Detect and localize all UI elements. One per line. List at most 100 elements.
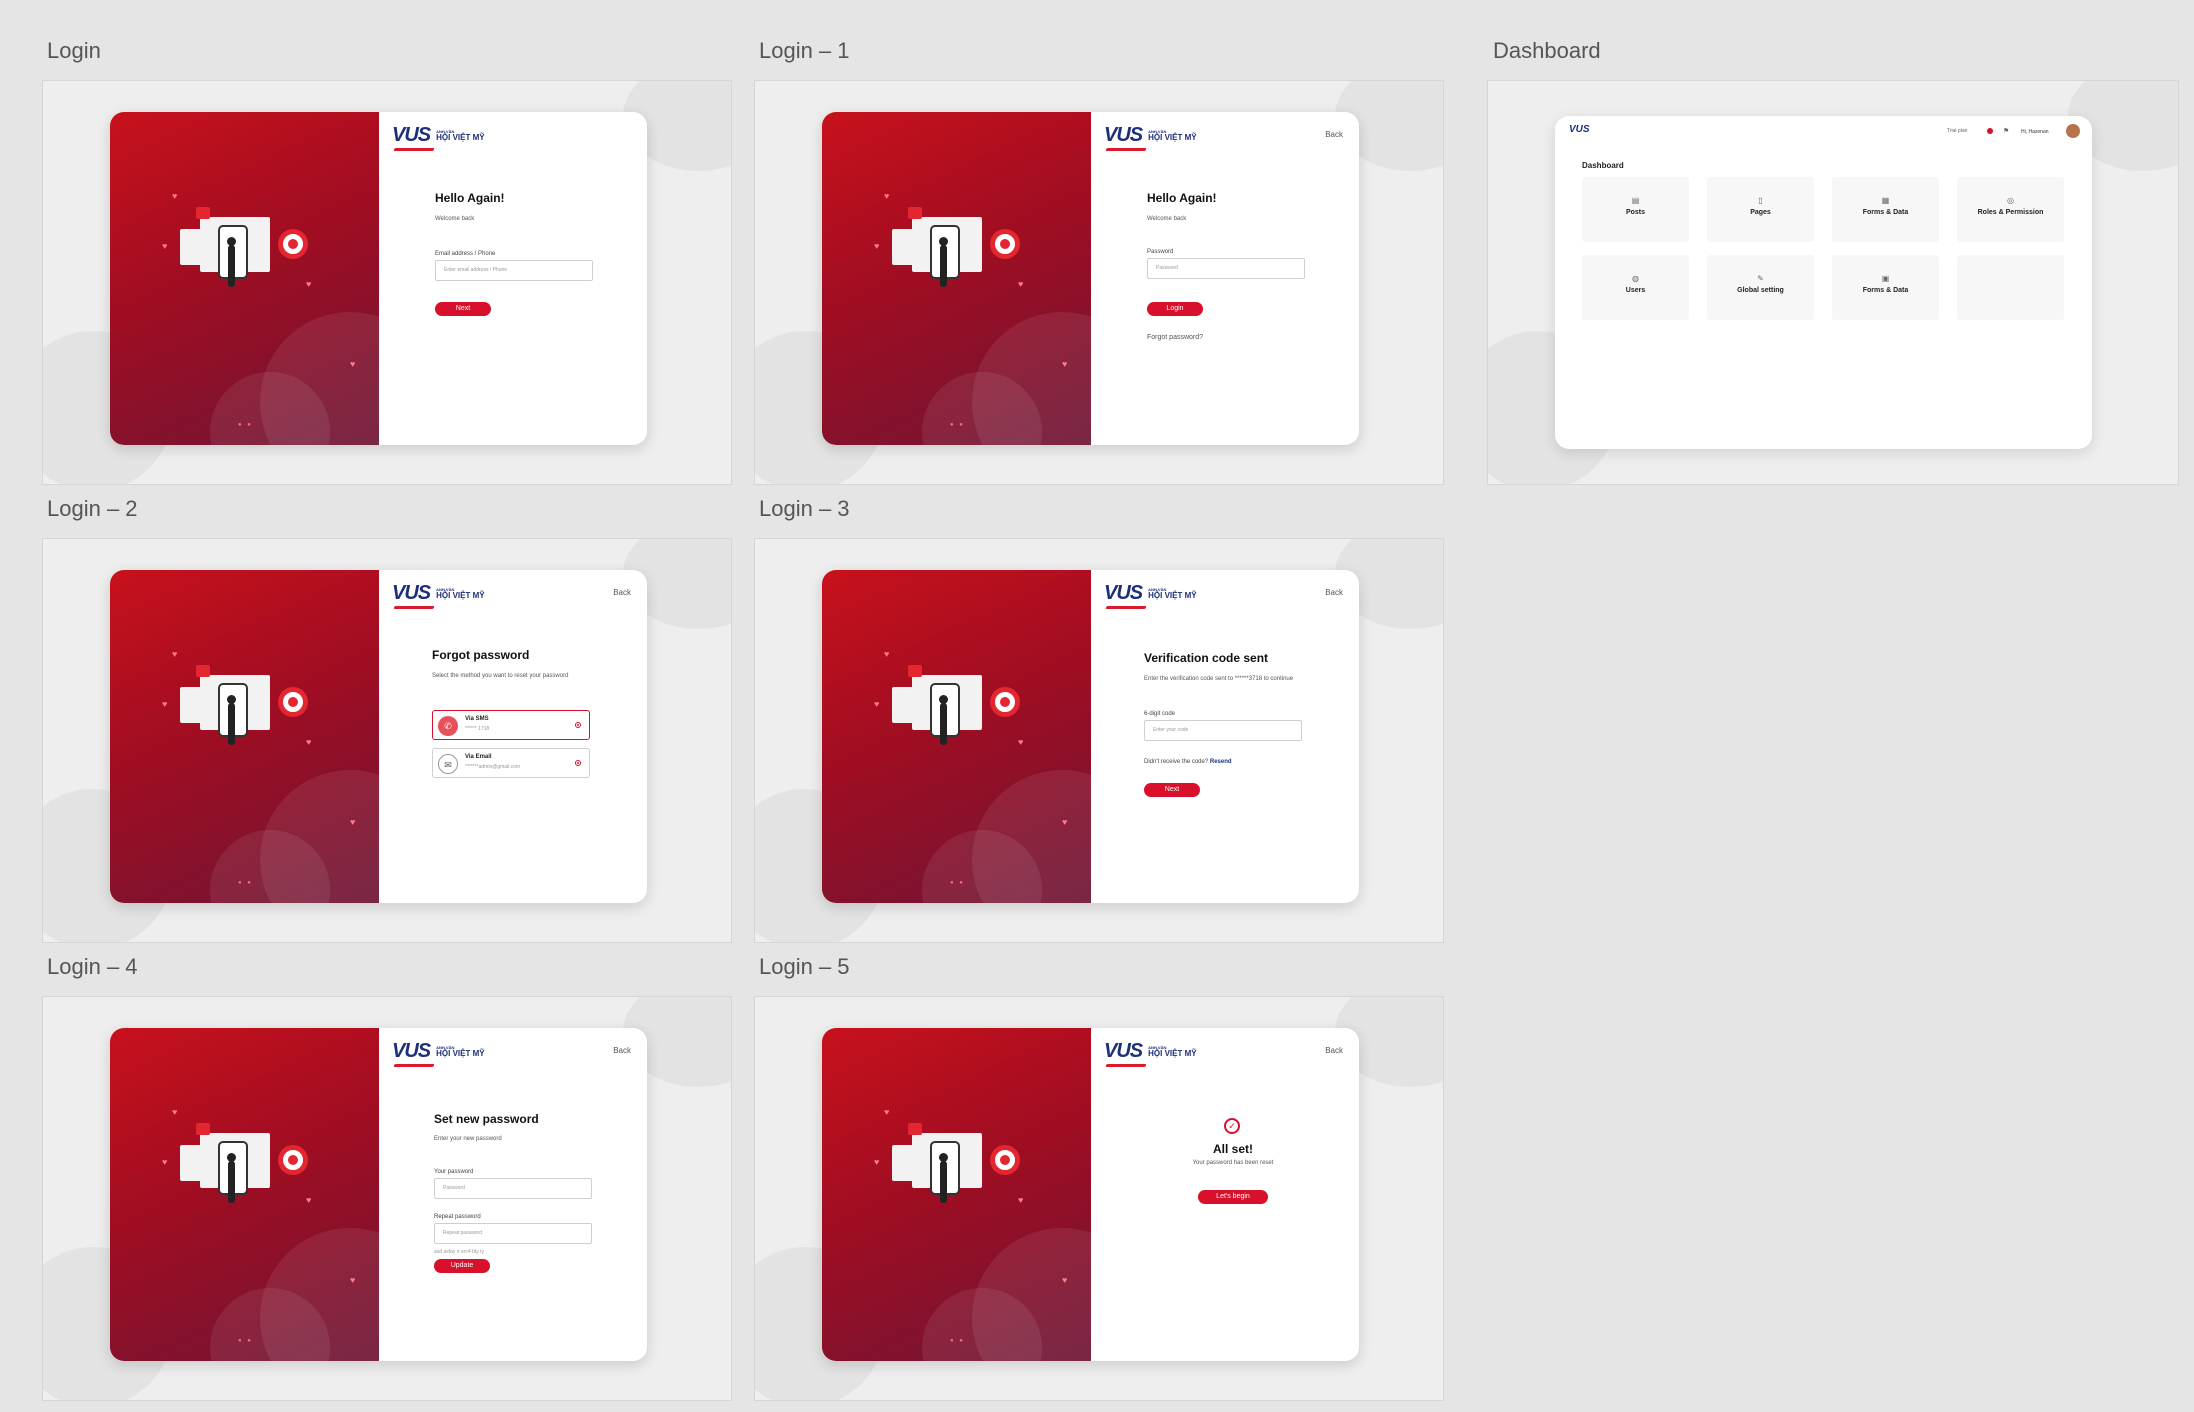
page-subtitle: Enter the verification code sent to ****… (1144, 676, 1294, 682)
carousel-dots[interactable]: ● ● (238, 422, 253, 428)
resend-prompt: Didn't receive the code? Resend (1144, 759, 1232, 765)
megaphone-icon (908, 665, 922, 677)
brand-logo: VUS ANH VĂN HỘI VIỆT MỸ (392, 124, 485, 146)
heart-icon: ♥ (1062, 817, 1068, 827)
back-link[interactable]: Back (613, 588, 631, 597)
tile-posts[interactable]: ▤ Posts (1582, 177, 1689, 242)
back-link[interactable]: Back (1325, 130, 1343, 139)
tile-forms-data-2[interactable]: ▣ Forms & Data (1832, 255, 1939, 320)
password-field[interactable]: Password (434, 1178, 592, 1199)
phone-icon: ✆ (438, 716, 458, 736)
pages-icon: ▯ (1758, 196, 1763, 205)
next-button[interactable]: Next (1144, 783, 1200, 797)
page-title: Hello Again! (435, 191, 505, 205)
tile-empty (1957, 255, 2064, 320)
login-card: ♥ ♥ ♥ ♥ ● ● VUS ANH VĂN HỘI VIỆT MỸ Back … (822, 1028, 1359, 1361)
back-link[interactable]: Back (1325, 588, 1343, 597)
hero-panel: ♥ ♥ ♥ ♥ ● ● (110, 1028, 379, 1361)
brand-logo: VUS ANH VĂN HỘI VIỆT MỸ (1104, 124, 1197, 146)
login-card: ♥ ♥ ♥ ♥ ● ● VUS ANH VĂN HỘI VIỆT MỸ Back … (822, 112, 1359, 445)
carousel-dots[interactable]: ● ● (238, 880, 253, 886)
artboard-dashboard: VUS Trial plan ⚑ Hi, Hazenan Dashboard ▤… (1487, 80, 2179, 485)
page-title: Hello Again! (1147, 191, 1217, 205)
marketing-illustration (160, 665, 310, 775)
artboard-label-login: Login (47, 38, 101, 63)
email-field[interactable]: Enter email address / Phone (435, 260, 593, 281)
radio-selected[interactable] (575, 722, 581, 728)
brand-logo: VUS ANH VĂN HỘI VIỆT MỸ (1104, 582, 1197, 604)
login-card: ♥ ♥ ♥ ♥ ● ● VUS ANH VĂN HỘI VIỆT MỸ Back … (110, 1028, 647, 1361)
page-subtitle: Select the method you want to reset your… (432, 673, 569, 679)
tile-roles-permission[interactable]: ◎ Roles & Permission (1957, 177, 2064, 242)
flag-icon[interactable]: ⚑ (2003, 127, 2009, 135)
dashboard-window: VUS Trial plan ⚑ Hi, Hazenan Dashboard ▤… (1555, 116, 2092, 449)
carousel-dots[interactable]: ● ● (950, 880, 965, 886)
calendar-icon: ▣ (1881, 274, 1890, 283)
artboard-login-2: ♥ ♥ ♥ ♥ ● ● VUS ANH VĂN HỘI VIỆT MỸ Back … (42, 538, 732, 943)
target-icon (278, 687, 308, 717)
artboard-login: ♥ ♥ ♥ ♥ ● ● VUS ANH VĂN HỘI VIỆT MỸ Hello… (42, 80, 732, 485)
method-email[interactable]: ✉ Via Email *******admin@gmail.com (432, 748, 590, 778)
update-button[interactable]: Update (434, 1259, 490, 1273)
carousel-dots[interactable]: ● ● (950, 422, 965, 428)
artboard-label-login-4: Login – 4 (47, 954, 138, 979)
method-sms[interactable]: ✆ Via SMS ****** 1718 (432, 710, 590, 740)
back-link[interactable]: Back (1325, 1046, 1343, 1055)
hero-panel: ♥ ♥ ♥ ♥ ● ● (822, 570, 1091, 903)
artboard-login-4: ♥ ♥ ♥ ♥ ● ● VUS ANH VĂN HỘI VIỆT MỸ Back … (42, 996, 732, 1401)
avatar[interactable] (2066, 124, 2080, 138)
repeat-password-field[interactable]: Repeat password (434, 1223, 592, 1244)
target-icon (278, 1145, 308, 1175)
password-label: Your password (434, 1169, 474, 1175)
target-icon (278, 229, 308, 259)
heart-icon: ♥ (884, 649, 890, 659)
notification-icon[interactable] (1987, 128, 1993, 134)
brand-logo: VUS ANH VĂN HỘI VIỆT MỸ (392, 1040, 485, 1062)
marketing-illustration (872, 1123, 1022, 1233)
wrench-icon: ✎ (1757, 274, 1764, 283)
login-card: ♥ ♥ ♥ ♥ ● ● VUS ANH VĂN HỘI VIỆT MỸ Hello… (110, 112, 647, 445)
heart-icon: ♥ (350, 1275, 356, 1285)
brand-logo: VUS ANH VĂN HỘI VIỆT MỸ (1104, 1040, 1197, 1062)
page-title: Dashboard (1582, 161, 1624, 170)
code-field[interactable]: Enter your code (1144, 720, 1302, 741)
tile-pages[interactable]: ▯ Pages (1707, 177, 1814, 242)
target-icon (990, 687, 1020, 717)
megaphone-icon (196, 1123, 210, 1135)
password-field[interactable]: Password (1147, 258, 1305, 279)
artboard-label-login-1: Login – 1 (759, 38, 850, 63)
heart-icon: ♥ (884, 191, 890, 201)
tile-global-setting[interactable]: ✎ Global setting (1707, 255, 1814, 320)
next-button[interactable]: Next (435, 302, 491, 316)
target-icon (990, 1145, 1020, 1175)
megaphone-icon (908, 1123, 922, 1135)
artboard-login-1: ♥ ♥ ♥ ♥ ● ● VUS ANH VĂN HỘI VIỆT MỸ Back … (754, 80, 1444, 485)
artboard-label-dashboard: Dashboard (1493, 38, 1601, 63)
heart-icon: ♥ (1062, 1275, 1068, 1285)
tile-users[interactable]: ◍ Users (1582, 255, 1689, 320)
brand-logo: VUS ANH VĂN HỘI VIỆT MỸ (392, 582, 485, 604)
mail-icon: ✉ (438, 754, 458, 774)
forms-icon: ▦ (1881, 196, 1890, 205)
resend-link[interactable]: Resend (1210, 759, 1232, 765)
back-link[interactable]: Back (613, 1046, 631, 1055)
tile-forms-data[interactable]: ▦ Forms & Data (1832, 177, 1939, 242)
login-button[interactable]: Login (1147, 302, 1203, 316)
email-label: Email address / Phone (435, 251, 496, 257)
artboard-label-login-5: Login – 5 (759, 954, 850, 979)
password-hint: asd asfay ir erc4 bty ty (434, 1249, 485, 1255)
carousel-dots[interactable]: ● ● (950, 1338, 965, 1344)
page-subtitle: Your password has been reset (1192, 1160, 1274, 1166)
page-subtitle: Welcome back (435, 216, 475, 222)
carousel-dots[interactable]: ● ● (238, 1338, 253, 1344)
users-icon: ◍ (1632, 274, 1639, 283)
lets-begin-button[interactable]: Let's begin (1198, 1190, 1268, 1204)
marketing-illustration (160, 207, 310, 317)
hero-panel: ♥ ♥ ♥ ♥ ● ● (110, 570, 379, 903)
page-subtitle: Welcome back (1147, 216, 1187, 222)
forgot-password-link[interactable]: Forgot password? (1147, 334, 1203, 341)
heart-icon: ♥ (350, 359, 356, 369)
marketing-illustration (872, 665, 1022, 775)
radio-option[interactable] (575, 760, 581, 766)
posts-icon: ▤ (1631, 196, 1640, 205)
